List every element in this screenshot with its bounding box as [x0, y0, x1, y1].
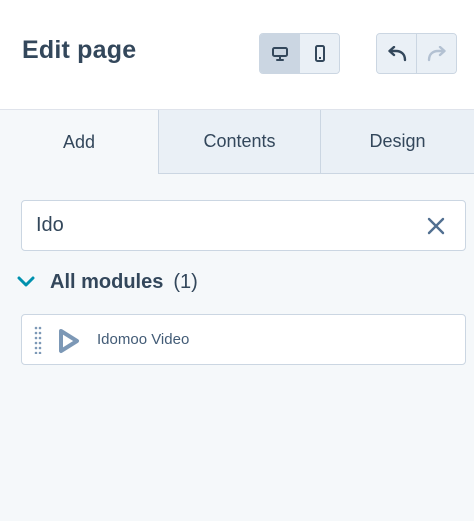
module-label: Idomoo Video — [97, 331, 190, 348]
undo-icon — [387, 45, 406, 61]
view-toggle-group — [259, 33, 340, 74]
desktop-icon — [271, 46, 288, 61]
drag-handle-icon[interactable] — [34, 326, 42, 354]
desktop-view-button[interactable] — [260, 34, 299, 73]
tab-contents[interactable]: Contents — [158, 110, 320, 174]
redo-icon — [427, 45, 446, 61]
section-count: (1) — [173, 270, 198, 293]
page-title: Edit page — [22, 36, 137, 64]
section-label: All modules — [50, 270, 164, 293]
mobile-view-button[interactable] — [299, 34, 339, 73]
sidebar-header: Edit page — [0, 0, 474, 110]
close-icon[interactable] — [427, 217, 445, 235]
module-search — [21, 200, 466, 251]
module-item-idomoo-video[interactable]: Idomoo Video — [21, 314, 466, 365]
undo-button[interactable] — [377, 34, 416, 73]
all-modules-toggle[interactable]: All modules (1) — [17, 268, 198, 296]
chevron-down-icon — [17, 276, 35, 287]
history-group — [376, 33, 457, 74]
redo-button[interactable] — [416, 34, 456, 73]
tab-design[interactable]: Design — [320, 110, 474, 174]
mobile-icon — [314, 44, 325, 62]
sidebar-tabs: Add Contents Design — [0, 110, 474, 174]
idomoo-play-icon — [59, 329, 79, 353]
tab-add[interactable]: Add — [0, 110, 158, 174]
search-input[interactable] — [22, 201, 412, 250]
editor-sidebar: Edit page Add Contents Design Ido All mo… — [0, 0, 474, 521]
